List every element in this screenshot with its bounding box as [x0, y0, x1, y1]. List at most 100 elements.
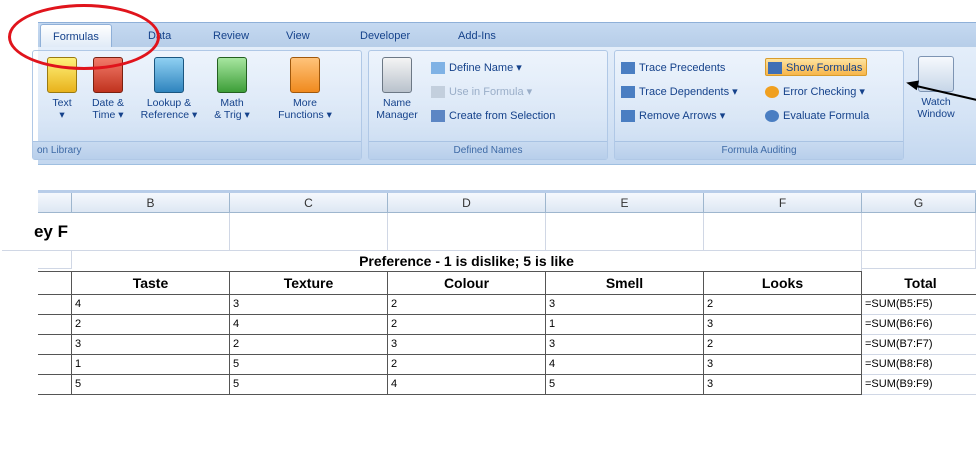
defined-names-group: Name Manager Define Name ▾ Use in Formul… — [368, 50, 608, 160]
warning-icon — [765, 86, 779, 99]
cell-d2[interactable] — [388, 213, 546, 251]
score-cell[interactable]: 4 — [546, 355, 704, 375]
show-formulas-label: Show Formulas — [786, 62, 863, 74]
column-header-g[interactable]: G — [862, 193, 976, 213]
trace-precedents-label: Trace Precedents — [639, 62, 726, 74]
cell-g2[interactable] — [862, 213, 976, 251]
score-cell[interactable]: 2 — [230, 335, 388, 355]
score-cell[interactable]: 1 — [72, 355, 230, 375]
score-cell[interactable]: 3 — [72, 335, 230, 355]
trace-precedents-button[interactable]: Trace Precedents — [621, 59, 725, 77]
header-total[interactable]: Total — [862, 271, 976, 295]
cell-a3[interactable] — [38, 251, 72, 269]
score-cell[interactable]: 4 — [230, 315, 388, 335]
formula-auditing-label: Formula Auditing — [615, 141, 903, 159]
cell-a4[interactable] — [38, 271, 72, 295]
header-taste[interactable]: Taste — [72, 271, 230, 295]
use-in-formula-label: Use in Formula ▾ — [449, 86, 533, 98]
cell-b2[interactable] — [72, 213, 230, 251]
cell-c2[interactable] — [230, 213, 388, 251]
error-checking-button[interactable]: Error Checking ▾ — [765, 83, 865, 101]
grid-icon — [431, 110, 445, 123]
header-looks[interactable]: Looks — [704, 271, 862, 295]
evaluate-icon — [765, 110, 779, 123]
create-from-selection-button[interactable]: Create from Selection — [431, 107, 555, 125]
score-cell[interactable]: 5 — [546, 375, 704, 395]
column-header-f[interactable]: F — [704, 193, 862, 213]
score-cell[interactable]: 1 — [546, 315, 704, 335]
cell-f2[interactable] — [704, 213, 862, 251]
column-header-e[interactable]: E — [546, 193, 704, 213]
score-cell[interactable]: 2 — [388, 295, 546, 315]
remove-arrows-icon — [621, 110, 635, 123]
use-in-formula-button[interactable]: Use in Formula ▾ — [431, 83, 532, 101]
row-label-cell[interactable] — [38, 295, 72, 315]
evaluate-formula-button[interactable]: Evaluate Formula — [765, 107, 869, 125]
more-functions-button[interactable]: More Functions ▾ — [269, 57, 341, 121]
math-label: Math — [220, 97, 244, 109]
tab-view[interactable]: View — [286, 30, 310, 42]
row-label-cell[interactable] — [38, 315, 72, 335]
header-smell[interactable]: Smell — [546, 271, 704, 295]
score-cell[interactable]: 3 — [230, 295, 388, 315]
lookup-reference-button[interactable]: Lookup & Reference ▾ — [137, 57, 201, 121]
score-cell[interactable]: 5 — [230, 375, 388, 395]
ribbon-panel: Text ▾ Date & Time ▾ Lookup & Reference … — [32, 47, 976, 165]
column-header-c[interactable]: C — [230, 193, 388, 213]
score-cell[interactable]: 3 — [704, 375, 862, 395]
math-trig-button[interactable]: Math & Trig ▾ — [203, 57, 261, 121]
tab-add-ins[interactable]: Add-Ins — [458, 30, 496, 42]
score-cell[interactable]: 2 — [388, 355, 546, 375]
title-cell[interactable]: ey F — [2, 213, 72, 251]
score-cell[interactable]: 2 — [704, 335, 862, 355]
score-cell[interactable]: 3 — [388, 335, 546, 355]
define-name-label: Define Name ▾ — [449, 62, 522, 74]
score-cell[interactable]: 2 — [72, 315, 230, 335]
ribbon-tab-bar: Formulas Data Review View Developer Add-… — [38, 22, 976, 50]
score-cell[interactable]: 2 — [388, 315, 546, 335]
total-formula-cell[interactable]: =SUM(B8:F8) — [862, 355, 976, 375]
score-cell[interactable]: 4 — [388, 375, 546, 395]
worksheet[interactable]: B C D E F G ey F Preference - 1 is disli… — [2, 193, 976, 455]
tab-review[interactable]: Review — [213, 30, 249, 42]
header-texture[interactable]: Texture — [230, 271, 388, 295]
row-label-cell[interactable] — [38, 355, 72, 375]
time-label: Time ▾ — [92, 109, 124, 121]
total-formula-cell[interactable]: =SUM(B5:F5) — [862, 295, 976, 315]
total-formula-cell[interactable]: =SUM(B6:F6) — [862, 315, 976, 335]
tab-developer[interactable]: Developer — [360, 30, 410, 42]
score-cell[interactable]: 4 — [72, 295, 230, 315]
row-label-cell[interactable] — [38, 375, 72, 395]
lookup-label: Lookup & — [146, 97, 192, 109]
header-colour[interactable]: Colour — [388, 271, 546, 295]
merged-header-cell[interactable]: Preference - 1 is dislike; 5 is like — [72, 251, 862, 271]
remove-arrows-button[interactable]: Remove Arrows ▾ — [621, 107, 725, 125]
text-dropdown: ▾ — [59, 109, 65, 121]
total-formula-cell[interactable]: =SUM(B9:F9) — [862, 375, 976, 395]
error-checking-label: Error Checking ▾ — [783, 86, 865, 98]
name-manager-icon — [382, 57, 412, 93]
trace-dependents-button[interactable]: Trace Dependents ▾ — [621, 83, 738, 101]
show-formulas-button[interactable]: Show Formulas — [765, 58, 868, 76]
stack-books-icon — [290, 57, 320, 93]
cell-g3[interactable] — [862, 251, 976, 269]
score-cell[interactable]: 3 — [704, 315, 862, 335]
score-cell[interactable]: 5 — [72, 375, 230, 395]
column-header-a[interactable] — [38, 193, 72, 213]
trace-dependents-icon — [621, 86, 635, 99]
score-cell[interactable]: 5 — [230, 355, 388, 375]
function-library-label: on Library — [33, 141, 361, 159]
score-cell[interactable]: 2 — [704, 295, 862, 315]
score-cell[interactable]: 3 — [704, 355, 862, 375]
name-manager-button[interactable]: Name Manager — [373, 57, 421, 121]
score-cell[interactable]: 3 — [546, 295, 704, 315]
define-name-button[interactable]: Define Name ▾ — [431, 59, 522, 77]
cell-e2[interactable] — [546, 213, 704, 251]
column-header-d[interactable]: D — [388, 193, 546, 213]
create-from-selection-label: Create from Selection — [449, 110, 556, 122]
trig-label: & Trig ▾ — [214, 109, 250, 121]
column-header-b[interactable]: B — [72, 193, 230, 213]
total-formula-cell[interactable]: =SUM(B7:F7) — [862, 335, 976, 355]
score-cell[interactable]: 3 — [546, 335, 704, 355]
row-label-cell[interactable] — [38, 335, 72, 355]
